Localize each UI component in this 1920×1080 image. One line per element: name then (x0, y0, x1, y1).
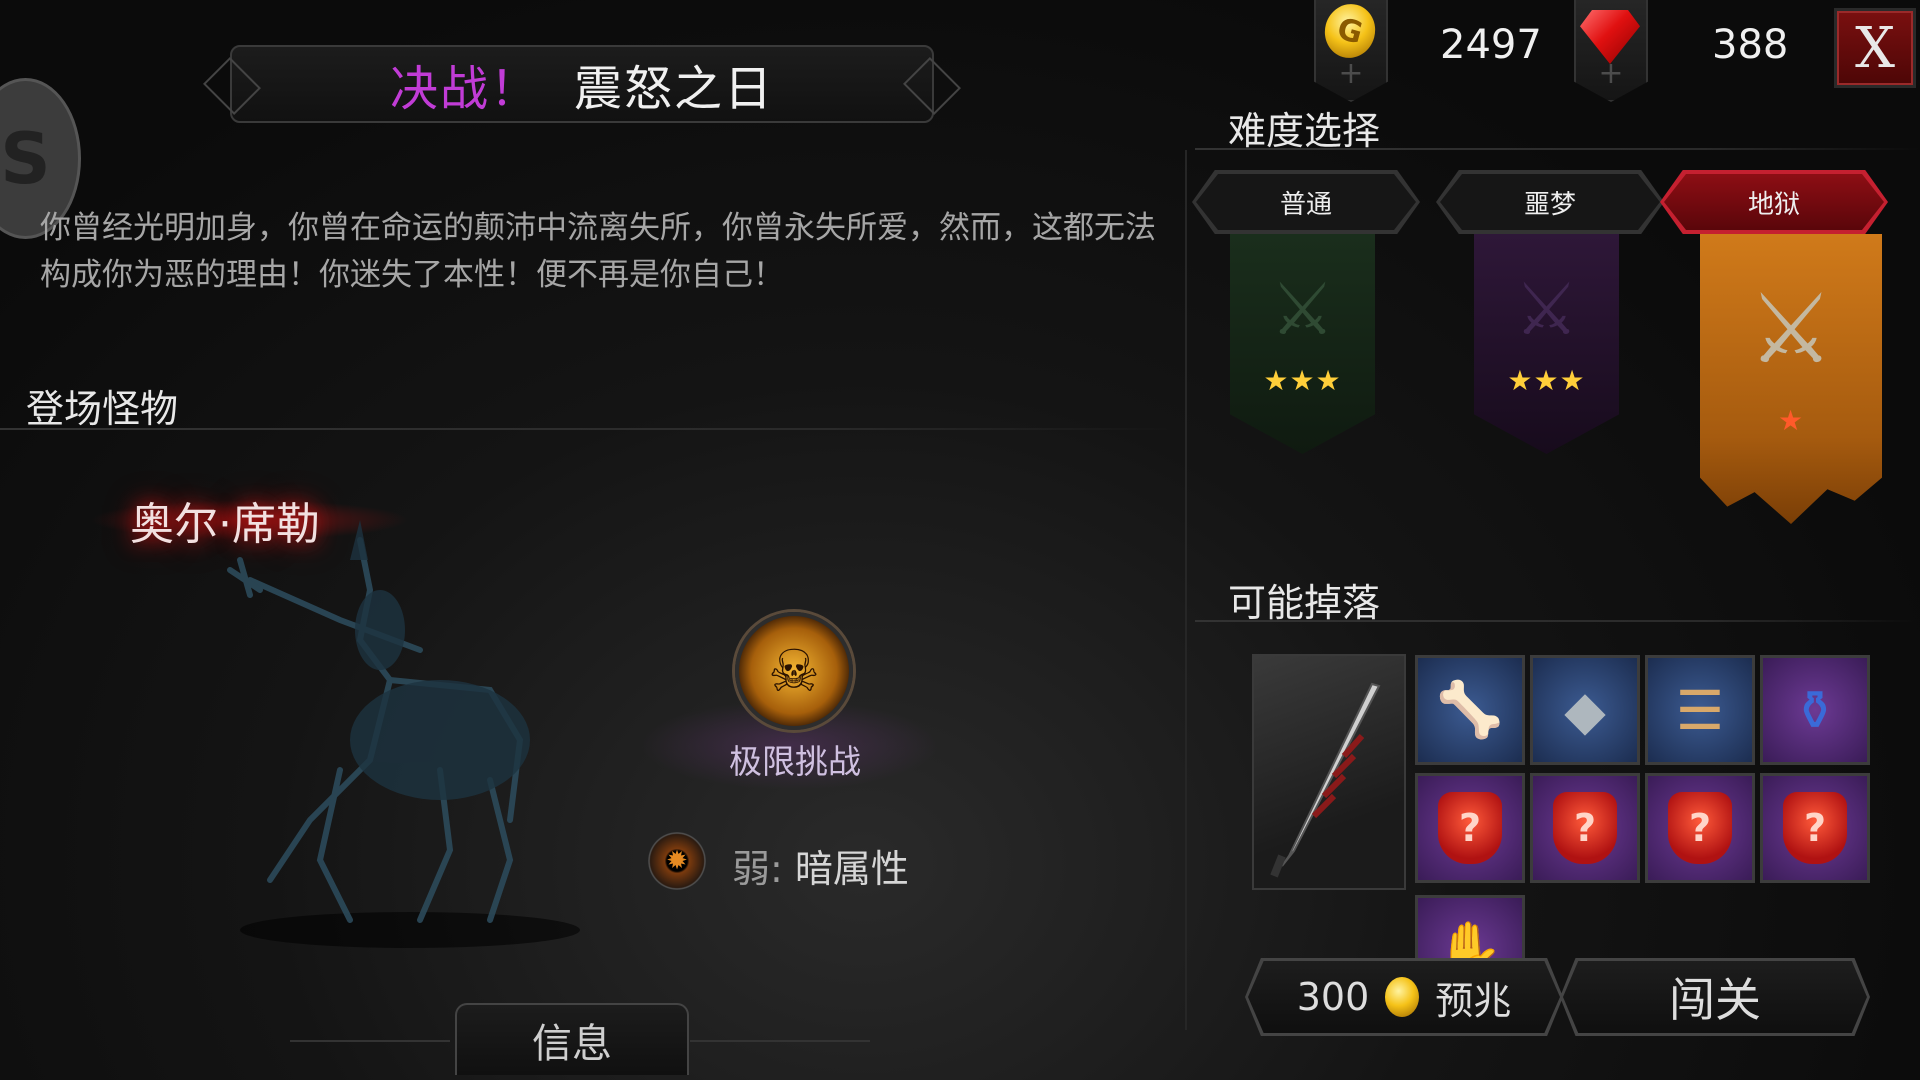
info-tab-line-left (290, 1040, 450, 1042)
preview-cost: 300 (1296, 975, 1370, 1019)
gold-amount: 2497 (1440, 22, 1542, 68)
stone-ore-icon: ◆ (1564, 678, 1606, 742)
loot-item-bone-gauntlet[interactable]: 🦴 (1415, 655, 1525, 765)
mystery-armor-icon: ? (1783, 792, 1847, 864)
sword-emblem-icon: ⚔ (1270, 267, 1335, 351)
extreme-challenge-label: 极限挑战 (729, 742, 861, 781)
banner-left-ornament-icon (203, 57, 261, 115)
difficulty-divider (1195, 148, 1920, 150)
sword-emblem-icon: ⚔ (1514, 267, 1579, 351)
bone-bracer-icon: ☰ (1675, 678, 1725, 742)
hell-stars: ★ (1777, 404, 1805, 437)
boss-monster-sprite[interactable] (190, 520, 590, 950)
hell-difficulty-banner[interactable]: ⚔ ★ (1700, 234, 1882, 524)
weakness-text: 弱: 暗属性 (732, 838, 909, 893)
panel-divider (1185, 150, 1187, 1030)
greatsword-icon (1270, 682, 1381, 878)
add-gold-plus-icon: + (1338, 56, 1364, 91)
loot-item-stone-ore[interactable]: ◆ (1530, 655, 1640, 765)
loot-item-mystery-armor[interactable]: ? (1530, 773, 1640, 883)
stage-title-prefix: 决战！ (389, 61, 540, 117)
close-button[interactable]: X (1834, 8, 1916, 88)
tab-normal[interactable]: 普通 (1196, 174, 1416, 230)
tab-nightmare[interactable]: 噩梦 (1440, 174, 1660, 230)
enter-stage-label: 闯关 (1669, 973, 1761, 1027)
loot-item-dark-greatsword[interactable] (1252, 654, 1406, 890)
loot-item-blue-vial[interactable]: ⚱ (1760, 655, 1870, 765)
dark-element-icon: ✹ (648, 832, 706, 890)
stage-title: 震怒之日 (574, 61, 775, 117)
weakness-type: 暗属性 (794, 847, 909, 891)
mystery-armor-icon: ? (1553, 792, 1617, 864)
nightmare-stars: ★★★ (1507, 364, 1586, 397)
mystery-armor-icon: ? (1668, 792, 1732, 864)
banner-right-ornament-icon (903, 57, 961, 115)
tab-hell[interactable]: 地狱 (1664, 174, 1884, 230)
gold-coin-icon (1385, 977, 1420, 1017)
sword-emblem-icon: ⚔ (1747, 273, 1835, 385)
loot-divider (1195, 620, 1920, 622)
preview-label: 预兆 (1435, 978, 1512, 1023)
info-tab[interactable]: 信息 (455, 1003, 689, 1075)
blue-vial-icon: ⚱ (1792, 678, 1838, 742)
nightmare-difficulty-banner[interactable]: ⚔ ★★★ (1474, 234, 1619, 454)
stage-description: 你曾经光明加身，你曾在命运的颠沛中流离失所，你曾永失所爱，然而，这都无法构成你为… (40, 210, 1156, 293)
difficulty-heading: 难度选择 (1228, 109, 1381, 153)
normal-stars: ★★★ (1263, 364, 1342, 397)
monsters-heading: 登场怪物 (26, 387, 179, 431)
extreme-challenge-icon[interactable]: ☠ (735, 612, 853, 730)
loot-item-mystery-armor[interactable]: ? (1645, 773, 1755, 883)
bone-gauntlet-icon: 🦴 (1436, 678, 1504, 741)
avatar-glyph: S (0, 117, 51, 200)
mystery-armor-icon: ? (1438, 792, 1502, 864)
loot-heading: 可能掉落 (1228, 581, 1381, 625)
info-tab-line-right (690, 1040, 870, 1042)
gem-amount: 388 (1712, 22, 1789, 68)
loot-item-mystery-armor[interactable]: ? (1415, 773, 1525, 883)
monsters-divider (0, 428, 1180, 430)
loot-item-bone-bracer[interactable]: ☰ (1645, 655, 1755, 765)
stage-title-banner: 决战！ 震怒之日 (203, 45, 961, 123)
preview-button[interactable]: 300 预兆 (1245, 958, 1563, 1036)
enter-stage-button[interactable]: 闯关 (1560, 958, 1870, 1036)
normal-difficulty-banner[interactable]: ⚔ ★★★ (1230, 234, 1375, 454)
loot-item-mystery-armor[interactable]: ? (1760, 773, 1870, 883)
weakness-prefix: 弱: (732, 847, 783, 891)
